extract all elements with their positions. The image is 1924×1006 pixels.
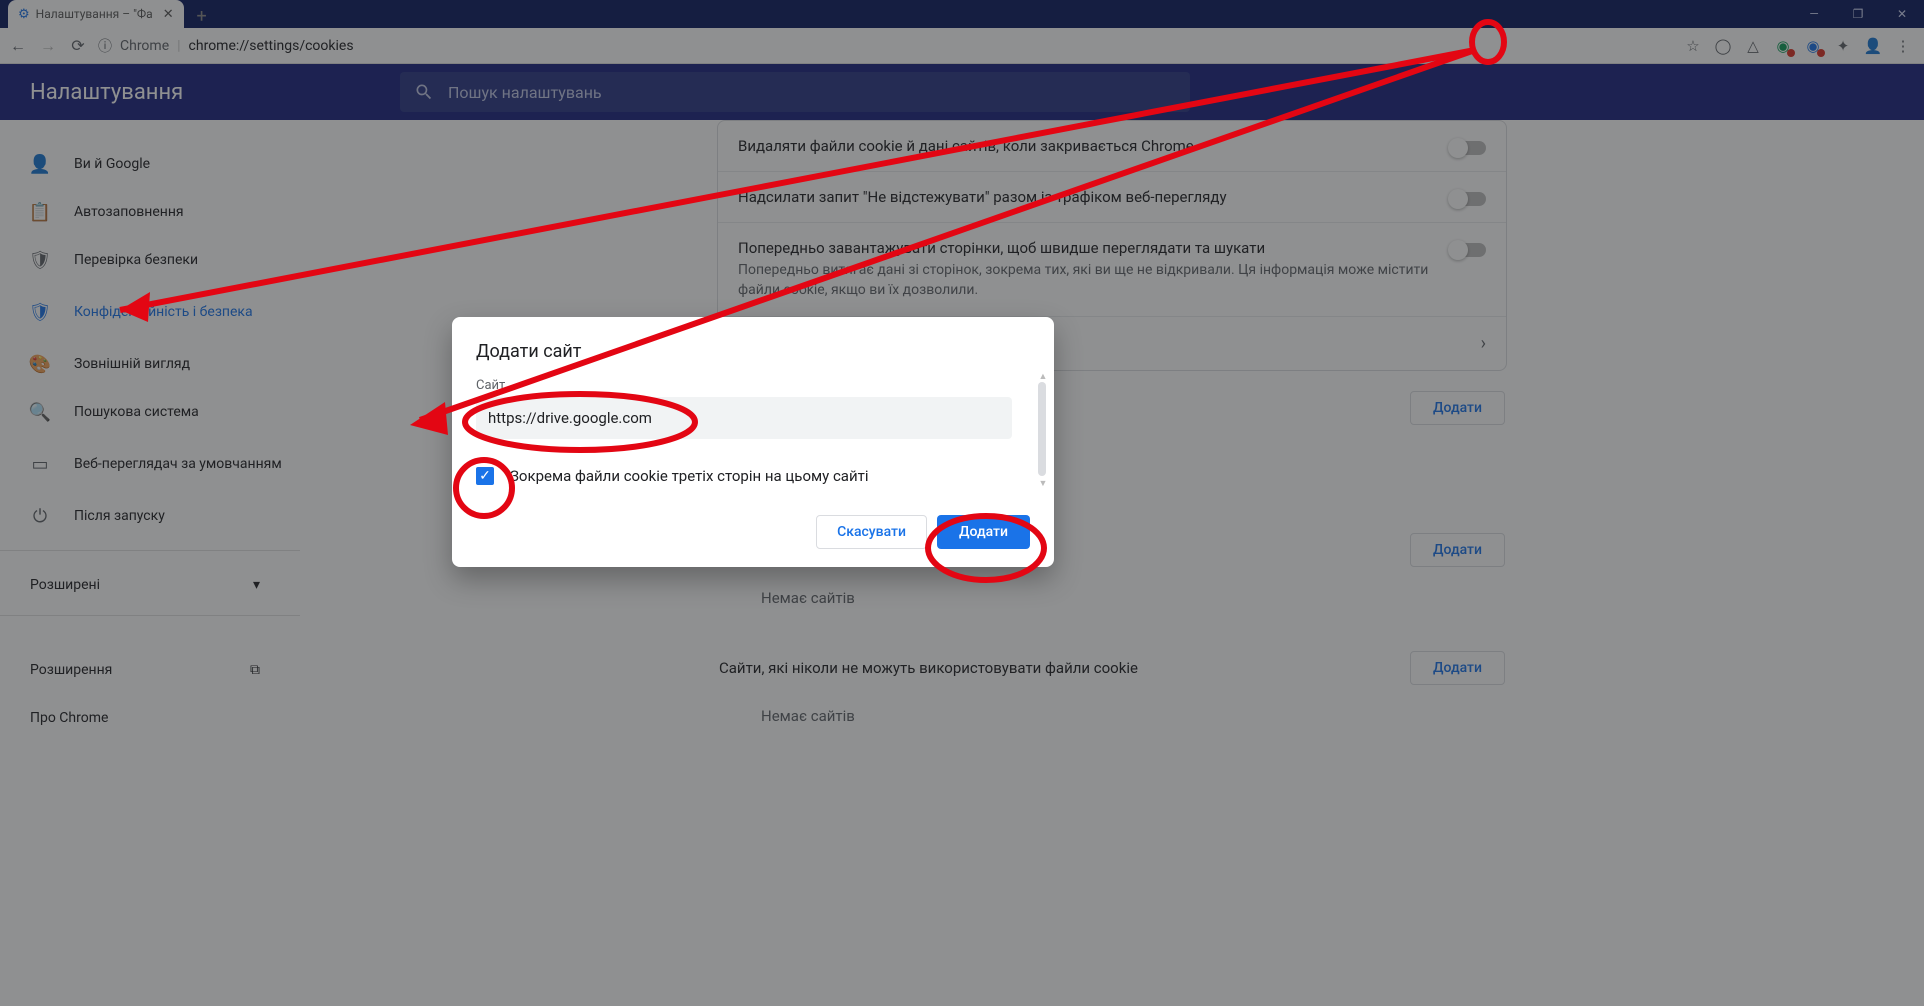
modal-button-row: Скасувати Додати [476,515,1030,549]
field-label: Сайт [476,378,1030,393]
checkbox-label: Зокрема файли cookie третіх сторін на ць… [510,467,868,485]
site-url-input[interactable] [476,397,1012,439]
third-party-checkbox-row[interactable]: ✓ Зокрема файли cookie третіх сторін на … [476,467,1030,485]
add-site-modal: Додати сайт Сайт ✓ Зокрема файли cookie … [452,317,1054,567]
modal-scrollbar[interactable]: ▲ ▼ [1038,371,1048,489]
confirm-button[interactable]: Додати [937,515,1030,549]
checkbox-checked-icon[interactable]: ✓ [476,467,494,485]
cancel-button[interactable]: Скасувати [816,515,927,549]
modal-title: Додати сайт [476,341,1030,362]
